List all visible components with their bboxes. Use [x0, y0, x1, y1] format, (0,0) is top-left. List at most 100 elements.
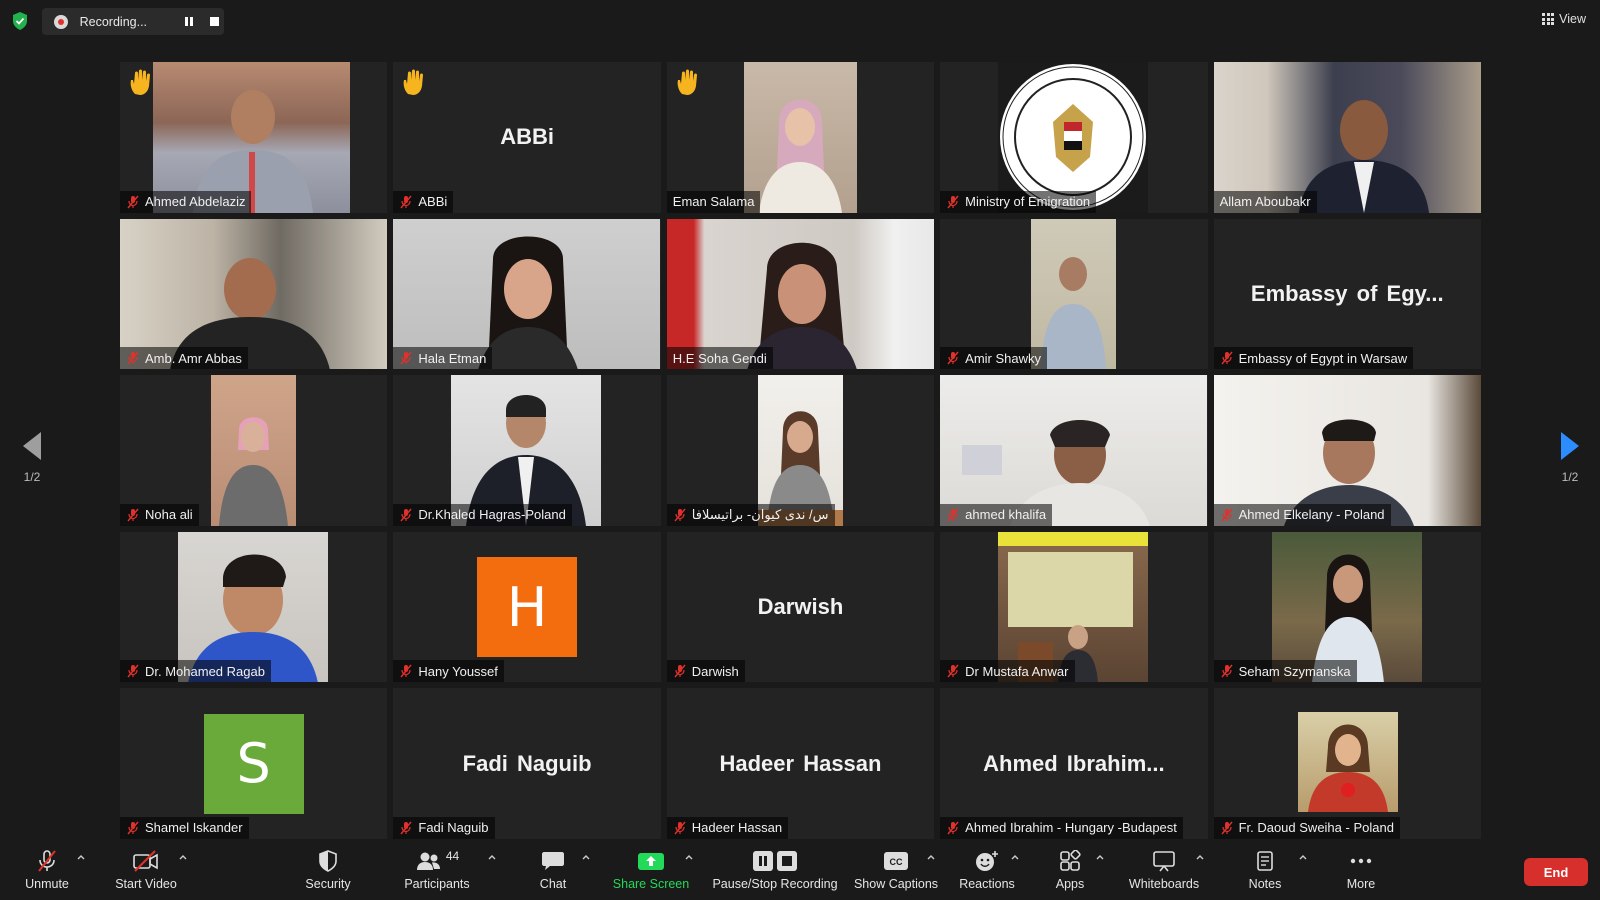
participant-tile[interactable]: Dr.Khaled Hagras-Poland — [393, 375, 661, 526]
participant-tile[interactable]: Dr Mustafa Anwar — [940, 531, 1208, 683]
whiteboard-icon — [1153, 851, 1175, 872]
stop-recording-button[interactable] — [205, 12, 224, 32]
participant-nameplate: Amb. Amr Abbas — [120, 347, 248, 370]
notes-options-caret-icon[interactable] — [1298, 852, 1308, 862]
participant-name: Ahmed Abdelaziz — [145, 194, 246, 210]
whiteboards-options-caret-icon[interactable] — [1195, 852, 1205, 862]
shield-check-icon[interactable] — [12, 12, 28, 30]
participant-nameplate: ABBi — [393, 190, 454, 213]
mic-muted-icon — [947, 195, 959, 209]
mic-muted-icon — [1221, 664, 1233, 678]
start-video-button[interactable]: Start Video — [108, 848, 184, 898]
mic-muted-icon — [400, 821, 412, 835]
participant-tile[interactable]: Ahmed Abdelaziz — [120, 62, 388, 213]
share-options-caret-icon[interactable] — [684, 852, 694, 862]
participant-name: Hadeer Hassan — [691, 820, 783, 836]
participant-avatar: H — [477, 557, 578, 658]
participant-name: Hany Youssef — [418, 663, 498, 679]
participant-tile[interactable]: S Shamel Iskander — [120, 688, 388, 839]
meeting-top-bar: Recording... View — [0, 0, 1600, 42]
participant-tile[interactable]: Dr. Mohamed Ragab — [120, 531, 388, 683]
participant-nameplate: Hany Youssef — [393, 660, 504, 683]
mic-muted-icon — [400, 351, 412, 365]
chat-button[interactable]: Chat — [528, 848, 578, 898]
unmute-button[interactable]: Unmute — [18, 848, 76, 898]
participant-tile[interactable]: Fadi Naguib Fadi Naguib — [393, 688, 661, 839]
chat-bubble-icon — [542, 852, 564, 870]
security-button[interactable]: Security — [298, 848, 358, 898]
participant-nameplate: Ahmed Ibrahim - Hungary -Budapest — [940, 816, 1183, 839]
participant-display-name: Embassy of Egy... — [1250, 280, 1444, 306]
grid-view-icon — [1542, 13, 1555, 25]
participant-name: Eman Salama — [672, 194, 755, 210]
participant-tile[interactable]: Ahmed Elkelany - Poland — [1213, 375, 1481, 526]
participants-icon — [416, 852, 440, 870]
end-meeting-button[interactable]: End — [1524, 858, 1588, 886]
closed-captions-icon: CC — [884, 852, 908, 870]
participants-button[interactable]: 44 Participants — [398, 848, 476, 898]
participant-nameplate: H.E Soha Gendi — [666, 347, 773, 370]
participant-tile[interactable]: Noha ali — [120, 375, 388, 526]
pause-recording-button[interactable] — [179, 12, 198, 32]
view-label: View — [1559, 12, 1586, 26]
participant-tile[interactable]: Darwish Darwish — [666, 531, 935, 683]
mic-muted-icon — [127, 508, 139, 522]
participant-tile[interactable]: Allam Aboubakr — [1213, 62, 1481, 213]
participant-nameplate: ahmed khalifa — [940, 503, 1053, 526]
apps-options-caret-icon[interactable] — [1095, 852, 1105, 862]
audio-options-caret-icon[interactable] — [76, 852, 86, 862]
pause-stop-recording-button[interactable]: Pause/Stop Recording — [710, 848, 840, 898]
participant-video — [1297, 712, 1398, 813]
svg-text:CC: CC — [890, 857, 903, 867]
mic-muted-icon — [127, 821, 139, 835]
participant-tile[interactable]: Embassy of Egy... Embassy of Egypt in Wa… — [1213, 218, 1481, 370]
participant-tile[interactable]: ABBi ABBi — [393, 62, 661, 213]
participant-tile[interactable]: Hadeer Hassan Hadeer Hassan — [666, 688, 935, 839]
security-label: Security — [305, 877, 351, 891]
participant-tile[interactable]: Amir Shawky — [940, 218, 1208, 370]
participant-name: Fadi Naguib — [418, 820, 489, 836]
participant-tile[interactable]: Fr. Daoud Sweiha - Poland — [1213, 688, 1481, 839]
participant-name: ABBi — [418, 194, 448, 210]
mic-muted-icon — [674, 508, 686, 522]
participant-name: H.E Soha Gendi — [672, 350, 767, 366]
reactions-smiley-icon — [976, 851, 998, 871]
participant-tile[interactable]: Eman Salama — [666, 62, 935, 213]
participant-name: Embassy of Egypt in Warsaw — [1238, 350, 1408, 366]
chat-options-caret-icon[interactable] — [581, 852, 591, 862]
notes-button[interactable]: Notes — [1240, 848, 1290, 898]
participant-tile[interactable]: Amb. Amr Abbas — [120, 218, 388, 370]
notes-icon — [1257, 851, 1273, 871]
mic-muted-icon — [400, 664, 412, 678]
participant-tile[interactable]: ahmed khalifa — [940, 375, 1208, 526]
gallery-grid: Ahmed Abdelaziz ABBi ABBi Eman Salama Mi… — [120, 62, 1481, 839]
participant-tile[interactable]: س/ ندى كيوان- براتيسلافا — [666, 375, 935, 526]
participant-tile[interactable]: Hala Etman — [393, 218, 661, 370]
participants-options-caret-icon[interactable] — [487, 852, 497, 862]
share-screen-button[interactable]: Share Screen — [610, 848, 692, 898]
captions-options-caret-icon[interactable] — [926, 852, 936, 862]
reactions-button[interactable]: Reactions — [956, 848, 1018, 898]
participant-tile-active-speaker[interactable]: H.E Soha Gendi — [666, 218, 935, 370]
participant-nameplate: Seham Szymanska — [1213, 660, 1357, 683]
recording-label: Recording... — [79, 14, 148, 29]
more-button[interactable]: More — [1336, 848, 1386, 898]
whiteboards-button[interactable]: Whiteboards — [1124, 848, 1204, 898]
participant-tile[interactable]: Seham Szymanska — [1213, 531, 1481, 683]
participant-tile[interactable]: Ahmed Ibrahim... Ahmed Ibrahim - Hungary… — [940, 688, 1208, 839]
participant-nameplate: Eman Salama — [666, 190, 761, 213]
pause-icon — [184, 17, 193, 26]
view-button[interactable]: View — [1542, 12, 1586, 26]
participant-tile[interactable]: H Hany Youssef — [393, 531, 661, 683]
arrow-right-icon — [1561, 432, 1579, 460]
video-options-caret-icon[interactable] — [178, 852, 188, 862]
mic-muted-icon — [400, 508, 412, 522]
reactions-options-caret-icon[interactable] — [1010, 852, 1020, 862]
participant-nameplate: Ahmed Elkelany - Poland — [1213, 503, 1391, 526]
next-page-button[interactable]: 1/2 — [1550, 432, 1590, 484]
mic-muted-icon — [1221, 508, 1233, 522]
pause-stop-recording-label: Pause/Stop Recording — [712, 877, 838, 891]
participant-tile[interactable]: Ministry of Emigration — [940, 62, 1208, 213]
apps-button[interactable]: Apps — [1046, 848, 1094, 898]
previous-page-button[interactable]: 1/2 — [12, 432, 52, 484]
